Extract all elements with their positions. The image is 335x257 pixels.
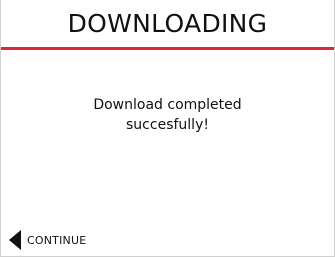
page-title: DOWNLOADING [67,9,268,38]
back-arrow-icon [9,230,21,250]
download-screen: DOWNLOADING Download completed succesful… [0,0,335,257]
status-message: Download completed succesfully! [1,95,334,135]
continue-label: CONTINUE [27,233,87,247]
status-message-line-1: Download completed [93,97,242,113]
continue-button[interactable]: CONTINUE [9,229,86,251]
header: DOWNLOADING [1,0,334,47]
status-message-line-2: succesfully! [126,117,209,133]
header-divider [1,47,334,50]
